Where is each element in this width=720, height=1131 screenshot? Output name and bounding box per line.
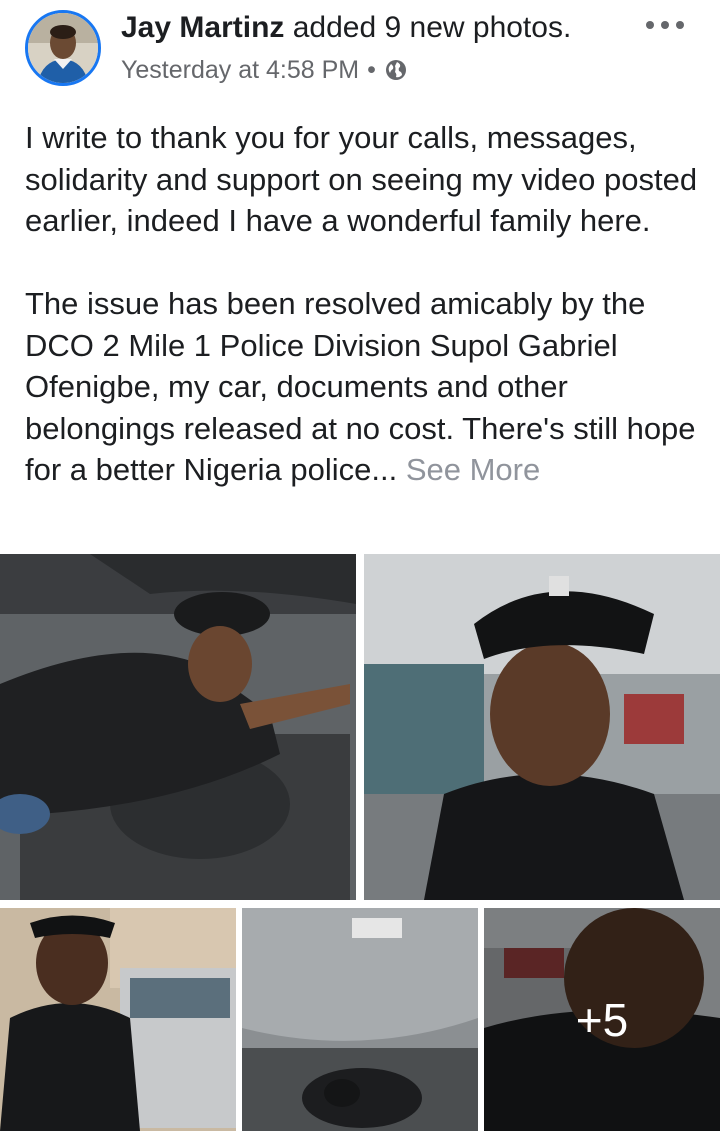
photo-officer-by-car[interactable] <box>0 908 236 1131</box>
author-line: Jay Martinz added 9 new photos. <box>121 10 571 46</box>
see-more-link[interactable]: See More <box>406 452 540 487</box>
post-paragraph: I write to thank you for your calls, mes… <box>25 120 698 238</box>
post-paragraph-text: The issue has been resolved amicably by … <box>25 286 696 487</box>
photo-officer-closeup[interactable]: +5 <box>484 908 720 1131</box>
photo-gallery: +5 <box>0 554 720 1131</box>
more-photos-overlay[interactable]: +5 <box>484 908 720 1131</box>
post-meta: Yesterday at 4:58 PM • <box>121 54 408 86</box>
post-text: I write to thank you for your calls, mes… <box>25 117 700 491</box>
post-action-text: added 9 new photos. <box>292 11 572 44</box>
photo-officer-portrait[interactable] <box>364 554 720 900</box>
photo-under-hood[interactable] <box>242 908 478 1131</box>
more-options-button[interactable] <box>646 14 684 36</box>
more-dot <box>661 21 669 29</box>
more-horizontal-icon <box>646 21 654 29</box>
globe-icon <box>384 58 408 82</box>
post-timestamp[interactable]: Yesterday at 4:58 PM <box>121 54 359 86</box>
author-avatar[interactable] <box>25 10 101 86</box>
more-dot <box>676 21 684 29</box>
more-photos-count: +5 <box>575 993 629 1046</box>
photo-officer-inspecting-engine[interactable] <box>0 554 356 900</box>
avatar-image <box>28 13 98 83</box>
post-header: Jay Martinz added 9 new photos. Yesterda… <box>0 0 720 100</box>
meta-separator: • <box>367 56 376 84</box>
author-name[interactable]: Jay Martinz <box>121 11 284 44</box>
post-paragraph: The issue has been resolved amicably by … <box>25 283 700 491</box>
